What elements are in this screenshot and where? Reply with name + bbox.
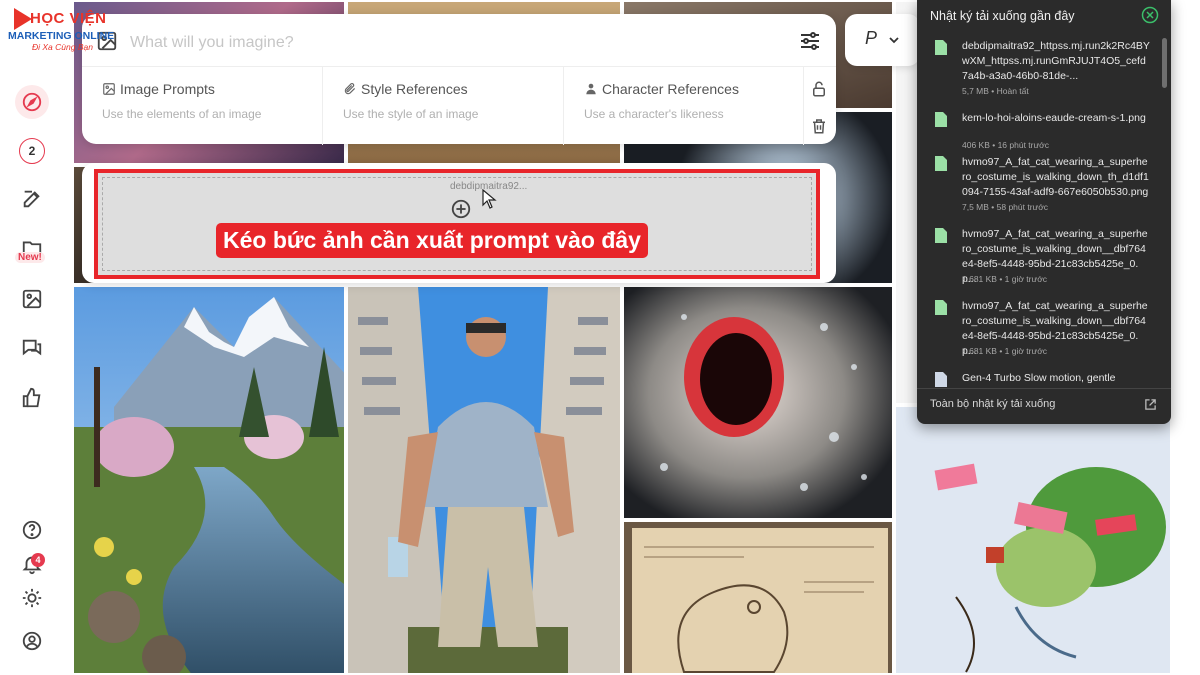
sidebar-item-tasks[interactable] xyxy=(19,385,45,411)
reference-options: Image Prompts Use the elements of an ima… xyxy=(82,66,836,145)
sidebar: HỌC VIỆN MARKETING ONLINE Đi Xa Cùng Bạn… xyxy=(0,0,114,675)
sidebar-item-chat[interactable] xyxy=(19,335,45,361)
mode-label: P xyxy=(865,28,878,48)
mode-dropdown[interactable]: P xyxy=(845,14,920,66)
compass-icon xyxy=(22,92,42,112)
character-references-option[interactable]: Character References Use a character's l… xyxy=(564,67,804,145)
image-tile-sketch[interactable] xyxy=(622,520,894,675)
logo-tagline: Đi Xa Cùng Bạn xyxy=(32,42,93,52)
sketch-image xyxy=(624,522,892,673)
image-tile-landscape[interactable] xyxy=(72,285,346,675)
style-references-option[interactable]: Style References Use the style of an ima… xyxy=(323,67,564,145)
paperclip-icon xyxy=(344,83,356,95)
sidebar-item-account[interactable] xyxy=(19,628,45,654)
new-badge: New! xyxy=(15,252,45,263)
edit-icon xyxy=(23,190,40,208)
sidebar-item-theme[interactable] xyxy=(19,585,45,611)
file-icon xyxy=(935,40,947,55)
download-file-name: Gen-4 Turbo Slow motion, gentle xyxy=(962,372,1116,384)
download-item[interactable]: Gen-4 Turbo Slow motion, gentle xyxy=(917,368,1157,388)
image-prompts-title: Image Prompts xyxy=(102,81,215,97)
drop-instruction-label: Kéo bức ảnh cần xuất prompt vào đây xyxy=(216,223,648,258)
logo-brand: HỌC VIỆN xyxy=(30,10,107,27)
add-circle-icon xyxy=(451,199,471,219)
question-icon xyxy=(22,520,42,540)
downloads-footer[interactable]: Toàn bộ nhật ký tải xuống xyxy=(917,388,1171,424)
trash-icon[interactable] xyxy=(810,117,828,135)
logo-line2: MARKETING ONLINE xyxy=(8,30,115,42)
download-meta: 5,7 MB • Hoàn tất xyxy=(962,86,1029,96)
download-item[interactable]: hvmo97_A_fat_cat_wearing_a_superhero_cos… xyxy=(917,224,1157,285)
landscape-image xyxy=(74,287,344,673)
image-tile-street-photo[interactable] xyxy=(346,285,622,675)
file-icon xyxy=(935,112,947,127)
file-icon xyxy=(935,300,947,315)
image-prompts-option[interactable]: Image Prompts Use the elements of an ima… xyxy=(82,67,323,145)
style-references-title: Style References xyxy=(343,81,468,97)
close-icon[interactable] xyxy=(1141,6,1159,24)
character-references-title: Character References xyxy=(584,81,739,97)
download-meta: 7,5 MB • 58 phút trước xyxy=(962,202,1049,212)
external-link-icon[interactable] xyxy=(1144,398,1157,411)
download-item[interactable]: hvmo97_A_fat_cat_wearing_a_superhero_cos… xyxy=(917,152,1157,212)
style-references-label: Style References xyxy=(361,81,468,97)
sidebar-item-help[interactable] xyxy=(19,517,45,543)
street-photo-image xyxy=(348,287,620,673)
user-icon xyxy=(22,631,42,651)
file-icon xyxy=(935,372,947,387)
drop-zone-panel: debdipmaitra92... Kéo bức ảnh cần xuất p… xyxy=(82,163,836,283)
prompt-panel: Image Prompts Use the elements of an ima… xyxy=(82,14,836,145)
drag-cursor-icon xyxy=(482,189,497,209)
sidebar-item-personalize[interactable] xyxy=(19,286,45,312)
queue-count-badge: 2 xyxy=(19,138,45,164)
download-item[interactable]: debdipmaitra92_httpss.mj.run2k2Rc4BYwXM_… xyxy=(917,36,1157,96)
person-icon xyxy=(586,83,596,95)
image-icon xyxy=(22,289,42,309)
image-drop-zone[interactable]: debdipmaitra92... Kéo bức ảnh cần xuất p… xyxy=(94,169,820,279)
download-meta: 406 KB • 16 phút trước xyxy=(962,140,1050,150)
all-downloads-link[interactable]: Toàn bộ nhật ký tải xuống xyxy=(930,398,1055,410)
download-meta: 1.681 KB • 1 giờ trước xyxy=(962,346,1048,356)
downloads-panel: Nhật ký tải xuống gần đây debdipmaitra92… xyxy=(917,0,1171,424)
download-item[interactable]: kem-lo-hoi-aloins-eaude-cream-s-1.png 40… xyxy=(917,108,1157,150)
image-tile-mouth[interactable] xyxy=(622,285,894,520)
file-icon xyxy=(935,156,947,171)
download-item[interactable]: hvmo97_A_fat_cat_wearing_a_superhero_cos… xyxy=(917,296,1157,357)
settings-sliders-icon[interactable] xyxy=(798,29,822,53)
download-meta: 1.681 KB • 1 giờ trước xyxy=(962,274,1048,284)
character-references-subtitle: Use a character's likeness xyxy=(584,107,724,121)
download-file-name: debdipmaitra92_httpss.mj.run2k2Rc4BYwXM_… xyxy=(962,40,1150,82)
chevron-down-icon xyxy=(889,37,899,44)
thumbs-up-icon xyxy=(22,387,41,408)
download-file-name: kem-lo-hoi-aloins-eaude-cream-s-1.png xyxy=(962,112,1146,124)
character-references-label: Character References xyxy=(602,81,739,97)
downloads-title: Nhật ký tải xuống gần đây xyxy=(930,9,1075,23)
file-icon xyxy=(935,228,947,243)
brand-logo: HỌC VIỆN MARKETING ONLINE Đi Xa Cùng Bạn xyxy=(6,4,126,54)
sidebar-item-explore[interactable] xyxy=(15,85,49,119)
sidebar-item-create[interactable] xyxy=(19,186,45,212)
notification-count-badge: 4 xyxy=(31,553,45,567)
image-tile-abstract[interactable] xyxy=(894,405,1172,675)
chat-icon xyxy=(22,339,42,356)
image-prompts-label: Image Prompts xyxy=(120,81,215,97)
image-prompts-subtitle: Use the elements of an image xyxy=(102,107,262,121)
image-icon xyxy=(103,83,115,95)
abstract-painting-image xyxy=(896,407,1170,673)
lock-icon[interactable] xyxy=(810,80,828,98)
prompt-input[interactable] xyxy=(130,31,770,55)
mouth-image xyxy=(624,287,892,518)
sidebar-item-queue[interactable]: 2 xyxy=(19,138,45,164)
download-file-name: hvmo97_A_fat_cat_wearing_a_superhero_cos… xyxy=(962,156,1149,198)
downloads-list: debdipmaitra92_httpss.mj.run2k2Rc4BYwXM_… xyxy=(917,36,1171,388)
sun-icon xyxy=(22,588,42,608)
style-references-subtitle: Use the style of an image xyxy=(343,107,479,121)
